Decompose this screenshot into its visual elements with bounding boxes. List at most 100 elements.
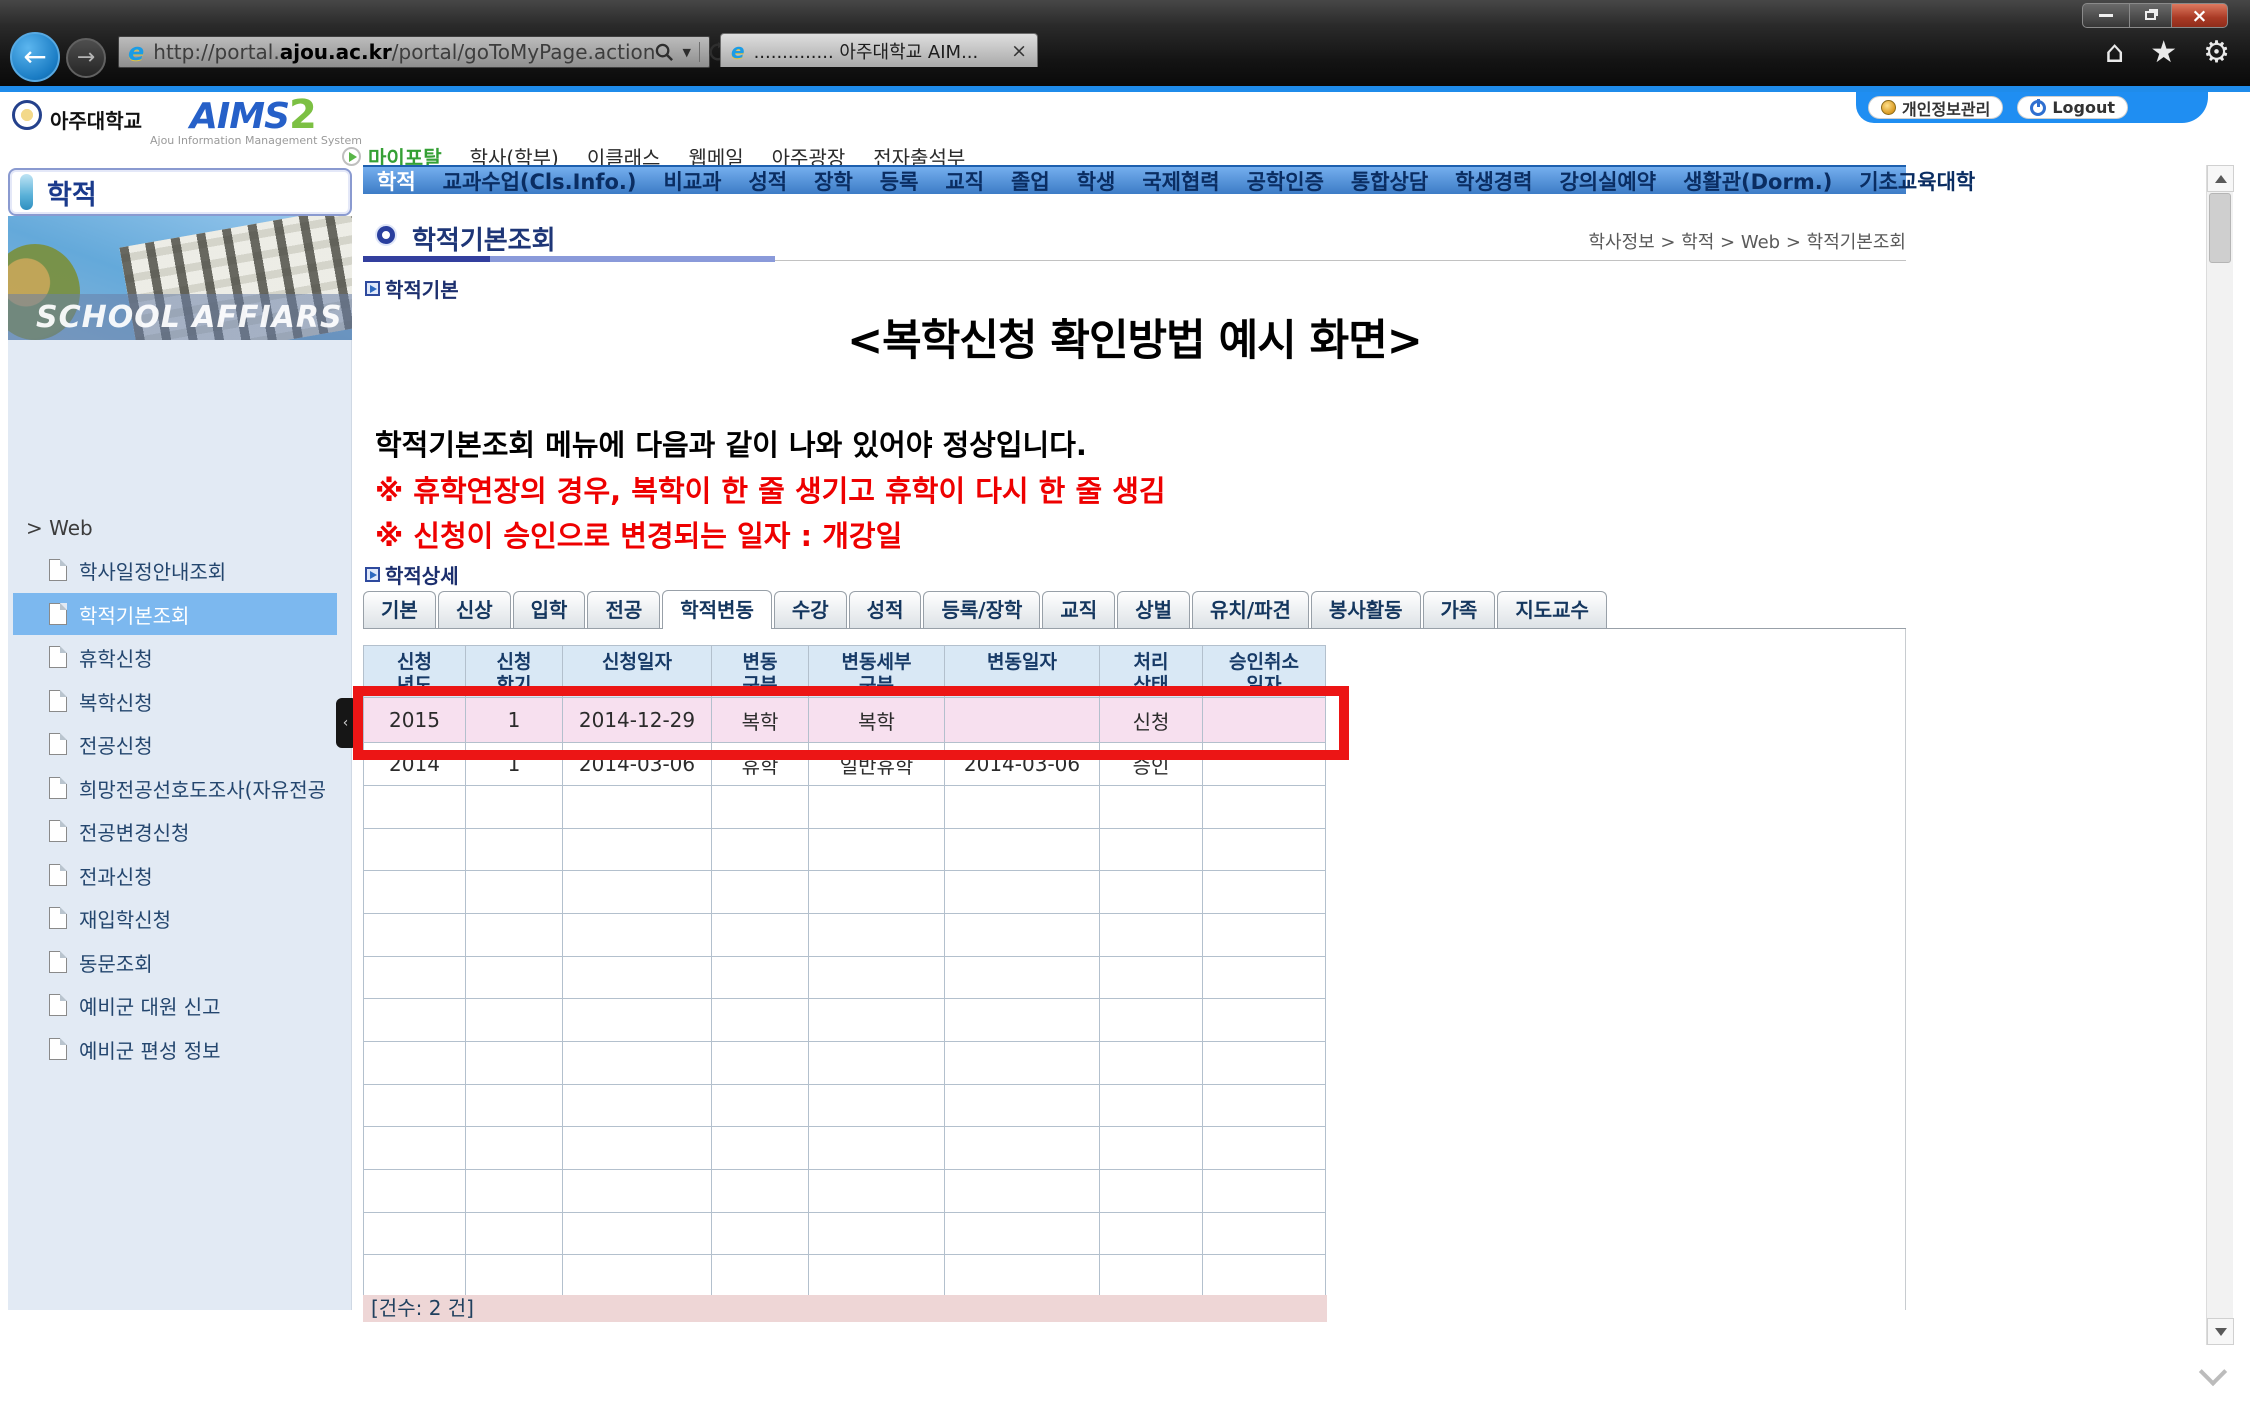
sidebar-item-label: 학사일정안내조회: [79, 556, 226, 585]
sidebar-item[interactable]: 예비군 대원 신고: [13, 984, 337, 1026]
nav-item[interactable]: 강의실예약: [1559, 166, 1656, 196]
forward-button[interactable]: →: [66, 38, 106, 78]
detail-tab[interactable]: 봉사활동: [1311, 591, 1421, 628]
empty-cell: [1203, 786, 1326, 829]
close-icon: ×: [2192, 5, 2208, 27]
tab-title: .............. 아주대학교 AIM...: [754, 38, 979, 64]
ie-page-icon: e: [128, 40, 144, 64]
detail-tab[interactable]: 신상: [438, 591, 511, 628]
logout-button[interactable]: Logout: [2017, 96, 2128, 119]
detail-tab[interactable]: 기본: [363, 591, 436, 628]
note-red-2: ※ 신청이 승인으로 변경되는 일자 : 개강일: [375, 513, 902, 555]
nav-item[interactable]: 기초교육대학: [1859, 166, 1975, 196]
detail-tab[interactable]: 학적변동: [662, 590, 772, 629]
empty-cell: [945, 1041, 1100, 1084]
sidebar-item[interactable]: 예비군 편성 정보: [13, 1028, 337, 1070]
nav-item[interactable]: 장학: [814, 166, 853, 196]
empty-cell: [809, 956, 945, 999]
empty-cell: [1100, 1041, 1203, 1084]
page-icon: [49, 603, 67, 625]
sidebar-item[interactable]: 동문조회: [13, 941, 337, 983]
tab-close-icon[interactable]: ×: [1011, 40, 1027, 62]
record-count-bar: [건수: 2 건]: [363, 1295, 1327, 1322]
empty-row: [364, 913, 1326, 956]
detail-tab[interactable]: 가족: [1423, 591, 1496, 628]
sidebar-item[interactable]: 복학신청: [13, 680, 337, 722]
sidebar-item-label: 동문조회: [79, 948, 153, 977]
empty-cell: [945, 1127, 1100, 1170]
favorites-star-icon[interactable]: ★: [2150, 38, 2177, 68]
empty-cell: [1100, 1212, 1203, 1255]
restore-button[interactable]: [2130, 3, 2172, 28]
sidebar-item-label: 예비군 편성 정보: [79, 1035, 221, 1064]
sidebar-item[interactable]: 재입학신청: [13, 897, 337, 939]
empty-row: [364, 1041, 1326, 1084]
privacy-button[interactable]: 개인정보관리: [1868, 96, 2003, 119]
empty-cell: [563, 1041, 712, 1084]
close-button[interactable]: ×: [2172, 3, 2228, 28]
settings-gear-icon[interactable]: ⚙: [2203, 38, 2230, 68]
nav-item[interactable]: 학생경력: [1455, 166, 1532, 196]
detail-tab[interactable]: 등록/장학: [923, 591, 1040, 628]
empty-cell: [712, 1212, 809, 1255]
nav-item[interactable]: 교직: [945, 166, 984, 196]
detail-tab[interactable]: 교직: [1042, 591, 1115, 628]
address-bar[interactable]: e http://portal.ajou.ac.kr/portal/goToMy…: [118, 36, 710, 68]
nav-item[interactable]: 공학인증: [1247, 166, 1324, 196]
scroll-down-button[interactable]: [2207, 1318, 2234, 1345]
sidebar-item[interactable]: 휴학신청: [13, 636, 337, 678]
sidebar-tree-root[interactable]: > Web: [26, 516, 93, 540]
detail-tab[interactable]: 성적: [849, 591, 922, 628]
browser-tab[interactable]: e .............. 아주대학교 AIM... ×: [720, 33, 1038, 67]
back-button[interactable]: ←: [10, 32, 60, 82]
nav-item[interactable]: 학생: [1077, 166, 1116, 196]
sidebar-item[interactable]: 학적기본조회: [13, 593, 337, 635]
detail-tab[interactable]: 전공: [587, 591, 660, 628]
nav-item[interactable]: 등록: [880, 166, 919, 196]
minimize-button[interactable]: [2082, 3, 2130, 28]
page-icon: [49, 994, 67, 1016]
empty-cell: [1203, 1041, 1326, 1084]
dropdown-icon[interactable]: ▼: [682, 46, 690, 59]
empty-cell: [466, 828, 563, 871]
empty-cell: [1203, 1127, 1326, 1170]
nav-item[interactable]: 통합상담: [1351, 166, 1428, 196]
sidebar-item[interactable]: 전공신청: [13, 723, 337, 765]
sidebar-item[interactable]: 희망전공선호도조사(자유전공: [13, 767, 337, 809]
detail-tab-strip: 기본신상입학전공학적변동수강성적등록/장학교직상벌유치/파견봉사활동가족지도교수: [363, 590, 1906, 629]
nav-item[interactable]: 비교과: [664, 166, 722, 196]
nav-item[interactable]: 졸업: [1011, 166, 1050, 196]
nav-item[interactable]: 성적: [748, 166, 787, 196]
detail-tab[interactable]: 지도교수: [1497, 591, 1607, 628]
sidebar-item[interactable]: 학사일정안내조회: [13, 549, 337, 591]
scroll-up-button[interactable]: [2207, 165, 2234, 192]
example-screen-title: <복학신청 확인방법 예시 화면>: [363, 306, 1906, 368]
sidebar-item[interactable]: 전과신청: [13, 854, 337, 896]
nav-item[interactable]: 국제협력: [1142, 166, 1219, 196]
aims-logo[interactable]: AIMS2: [190, 92, 317, 138]
empty-cell: [1100, 1084, 1203, 1127]
vertical-scrollbar[interactable]: [2206, 165, 2233, 1345]
nav-item[interactable]: 학적: [377, 166, 416, 196]
nav-item[interactable]: 생활관(Dorm.): [1683, 166, 1832, 196]
detail-tab[interactable]: 입학: [513, 591, 586, 628]
scrollbar-thumb[interactable]: [2209, 193, 2231, 263]
home-icon[interactable]: ⌂: [2105, 38, 2124, 68]
empty-cell: [466, 1255, 563, 1298]
empty-cell: [809, 913, 945, 956]
sidebar-item-label: 복학신청: [79, 687, 153, 716]
search-icon[interactable]: [655, 43, 674, 62]
detail-tab[interactable]: 수강: [774, 591, 847, 628]
detail-tab[interactable]: 상벌: [1117, 591, 1190, 628]
breadcrumb: 학사정보 > 학적 > Web > 학적기본조회: [1588, 228, 1906, 254]
empty-cell: [945, 913, 1100, 956]
sidebar-photo: SCHOOL AFFIARS: [8, 216, 352, 340]
page-title: 학적기본조회: [412, 220, 556, 257]
account-ribbon: 개인정보관리 Logout: [1856, 92, 2208, 123]
sidebar-item-label: 재입학신청: [79, 904, 171, 933]
empty-cell: [809, 1041, 945, 1084]
page-icon: [49, 864, 67, 886]
nav-item[interactable]: 교과수업(Cls.Info.): [443, 166, 637, 196]
detail-tab[interactable]: 유치/파견: [1192, 591, 1309, 628]
sidebar-item[interactable]: 전공변경신청: [13, 810, 337, 852]
